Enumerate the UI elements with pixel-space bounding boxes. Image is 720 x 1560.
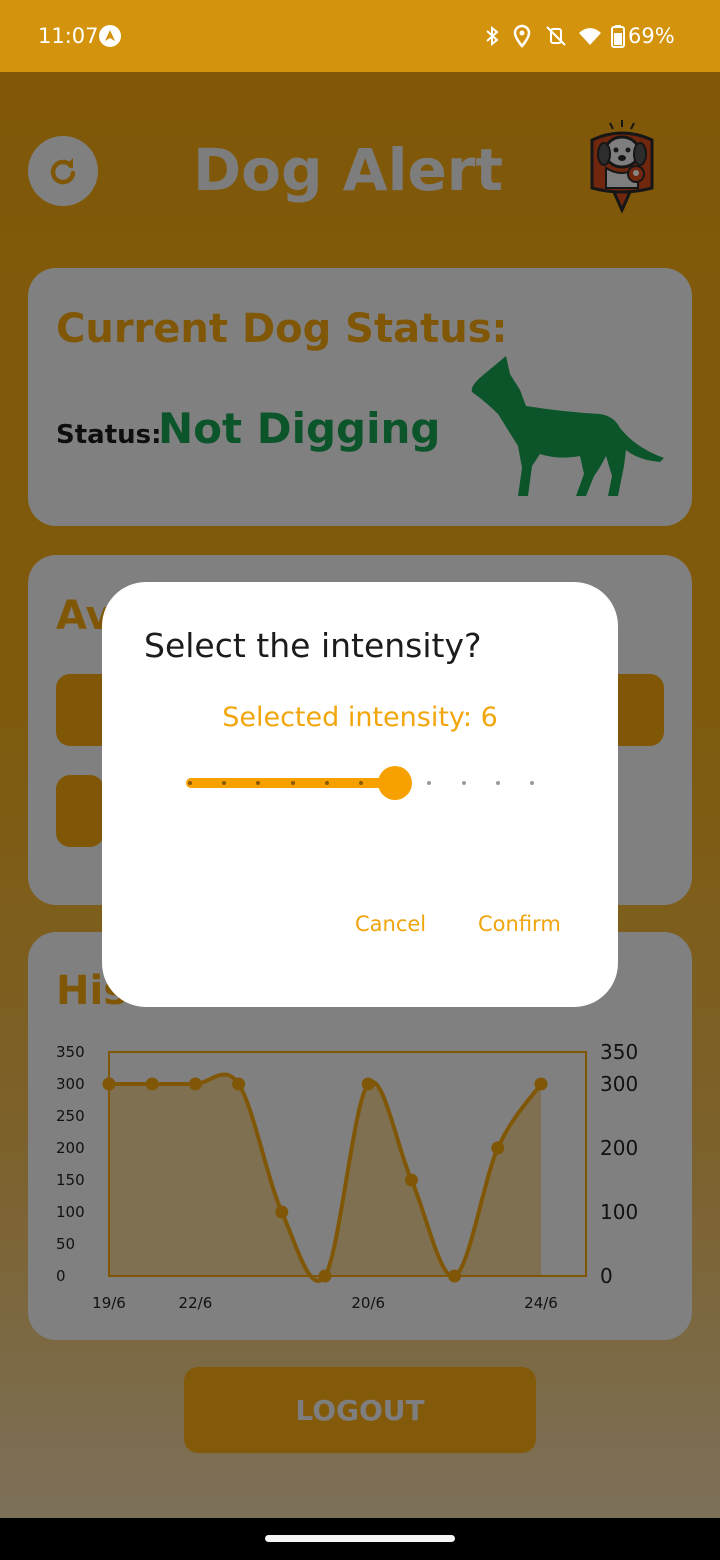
slider-thumb[interactable] bbox=[378, 766, 413, 800]
selected-intensity-text: Selected intensity: 6 bbox=[222, 702, 498, 733]
navigation-app-icon bbox=[99, 25, 121, 47]
confirm-button[interactable]: Confirm bbox=[478, 912, 561, 936]
location-icon bbox=[513, 24, 531, 48]
slider-tick bbox=[188, 781, 192, 785]
vibrate-off-icon bbox=[546, 26, 566, 46]
status-bar: 11:07 69% bbox=[0, 0, 720, 72]
slider-tick bbox=[427, 781, 432, 785]
wifi-icon bbox=[579, 28, 601, 45]
slider-tick bbox=[359, 781, 363, 785]
intensity-dialog: Select the intensity? Selected intensity… bbox=[102, 582, 618, 1007]
home-handle[interactable] bbox=[265, 1535, 455, 1542]
bluetooth-icon bbox=[486, 25, 499, 47]
navigation-bar bbox=[0, 1518, 720, 1560]
slider-tick bbox=[495, 781, 500, 785]
dialog-title: Select the intensity? bbox=[144, 626, 482, 665]
battery-icon bbox=[611, 25, 625, 48]
slider-tick bbox=[290, 781, 295, 785]
slider-tick bbox=[324, 781, 329, 785]
intensity-slider[interactable] bbox=[186, 766, 546, 800]
slider-tick bbox=[530, 781, 534, 785]
clock: 11:07 bbox=[38, 24, 99, 48]
slider-tick bbox=[461, 781, 466, 785]
cancel-button[interactable]: Cancel bbox=[355, 912, 426, 936]
battery-percentage: 69% bbox=[628, 24, 675, 48]
